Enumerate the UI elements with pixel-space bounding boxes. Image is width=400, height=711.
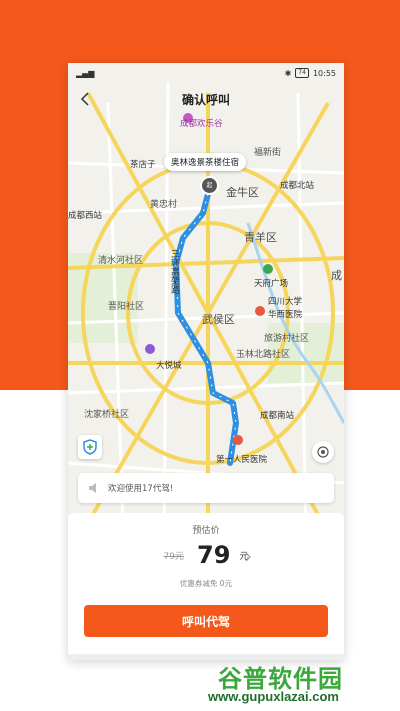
status-right: ✱ 74 10:55 bbox=[285, 68, 336, 78]
map-label-jinyang: 晋阳社区 bbox=[108, 302, 145, 312]
status-left: ▂▄▆ bbox=[76, 69, 94, 78]
shield-icon bbox=[83, 439, 97, 455]
map-label-yulin: 玉林北路社区 bbox=[236, 350, 291, 360]
estimated-price: 79 bbox=[197, 541, 231, 569]
map-label-huanle: 成都欢乐谷 bbox=[180, 119, 223, 129]
map-label-hospital: 第一人民医院 bbox=[216, 455, 268, 465]
map-label-dayue: 大悦城 bbox=[156, 361, 182, 371]
notice-text: 欢迎使用17代驾! bbox=[108, 484, 174, 494]
phone-screen: ▂▄▆ ✱ 74 10:55 确认呼叫 成都欢乐谷 福新街 茶店子 黄忠村 成都… bbox=[68, 63, 344, 660]
map-label-sichuan: 四川大学 bbox=[268, 297, 303, 307]
map-label-chadianzi: 茶店子 bbox=[130, 160, 156, 170]
locate-icon bbox=[317, 446, 329, 458]
map-label-tianfu: 天府广场 bbox=[254, 279, 289, 289]
map-label-huangzhong: 黄忠村 bbox=[150, 200, 178, 210]
locate-button[interactable] bbox=[312, 441, 334, 463]
header: 确认呼叫 bbox=[68, 87, 344, 111]
map-label-chengdu-north: 成都北站 bbox=[280, 181, 315, 191]
price-row[interactable]: 79元 79 元 bbox=[68, 541, 344, 569]
clock: 10:55 bbox=[312, 68, 336, 78]
notice-bar: 欢迎使用17代驾! bbox=[78, 473, 334, 503]
site-watermark: 谷普软件园 www.gupuxlazai.com bbox=[208, 659, 394, 709]
call-driver-button[interactable]: 呼叫代驾 bbox=[84, 605, 328, 637]
district-jinniu: 金牛区 bbox=[226, 186, 259, 199]
bluetooth-icon: ✱ bbox=[284, 68, 292, 78]
status-bar: ▂▄▆ ✱ 74 10:55 bbox=[68, 63, 344, 83]
map-label-chengdu-south: 成都南站 bbox=[260, 411, 295, 421]
district-cheng: 成 bbox=[331, 269, 342, 282]
start-location-bubble: 奥林逸景茶楼住宿 bbox=[164, 153, 247, 171]
battery-icon: 74 bbox=[295, 68, 309, 78]
coupon-discount: 优惠券减免 0元 bbox=[179, 579, 233, 588]
map-label-fuxin: 福新街 bbox=[254, 148, 282, 158]
page-title: 确认呼叫 bbox=[181, 93, 230, 107]
watermark-url: www.gupuxlazai.com bbox=[208, 689, 339, 704]
map-label-shenjia: 沈家桥社区 bbox=[84, 410, 130, 420]
start-marker: 起 bbox=[200, 176, 219, 195]
map-label-qingshuihe: 清水河社区 bbox=[98, 256, 144, 266]
signal-icon: ▂▄▆ bbox=[76, 68, 95, 78]
district-wuhou: 武侯区 bbox=[202, 313, 235, 326]
original-price: 79元 bbox=[163, 551, 184, 562]
map-label-chengdu-west: 成都西站 bbox=[68, 211, 103, 221]
map-label-huaxi: 华西医院 bbox=[268, 310, 303, 320]
map-label-lvyoucun: 旅游村社区 bbox=[264, 334, 310, 344]
speaker-icon bbox=[89, 483, 96, 493]
district-qingyang: 青羊区 bbox=[244, 231, 277, 244]
chevron-right-icon[interactable] bbox=[244, 551, 252, 563]
estimate-label: 预估价 bbox=[192, 526, 220, 536]
safety-button[interactable] bbox=[78, 435, 102, 459]
price-panel: 预估价 79元 79 元 优惠券减免 0元 呼叫代驾 bbox=[68, 513, 344, 660]
map-label-ring3: 三环高架路 bbox=[169, 249, 179, 294]
